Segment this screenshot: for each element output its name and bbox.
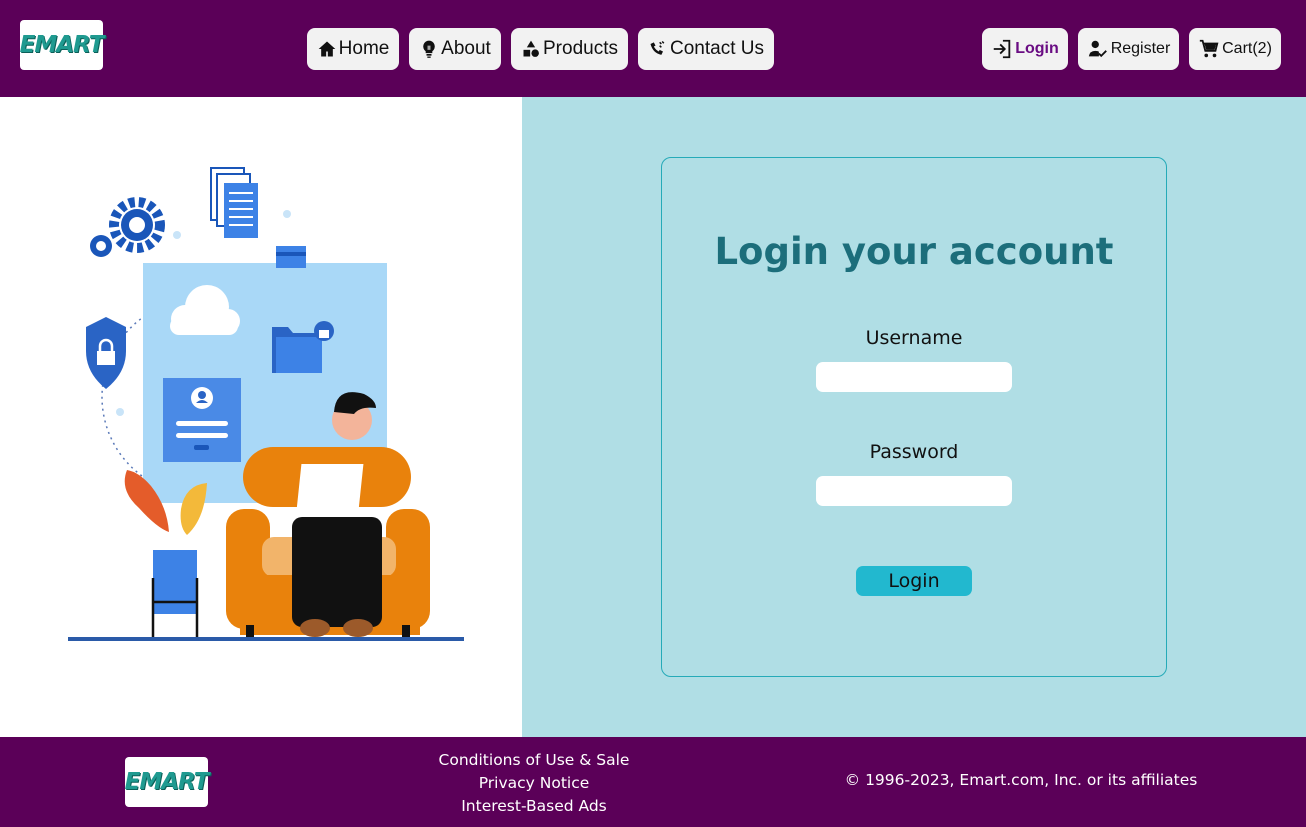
footer-link-conditions[interactable]: Conditions of Use & Sale (439, 749, 630, 772)
nav-cart-label: Cart(2) (1222, 40, 1272, 57)
nav-register[interactable]: Register (1078, 28, 1179, 70)
document-icon (210, 167, 258, 238)
username-input[interactable] (816, 362, 1012, 392)
nav-contact-label: Contact Us (670, 38, 764, 59)
home-icon (318, 41, 335, 57)
footer-link-ads[interactable]: Interest-Based Ads (461, 795, 607, 818)
nav-cart[interactable]: Cart(2) (1189, 28, 1281, 70)
login-title: Login your account (714, 230, 1114, 273)
gear-icon (90, 197, 165, 257)
login-pane: Login your account Username Password Log… (522, 97, 1306, 737)
cart-icon (1199, 39, 1219, 58)
login-icon (993, 39, 1011, 59)
copyright-text: © 1996-2023, Emart.com, Inc. or its affi… (844, 771, 1198, 789)
login-panel-graphic (163, 378, 241, 462)
nav-home-label: Home (338, 38, 390, 59)
nav-login[interactable]: Login (982, 28, 1068, 70)
login-illustration (68, 167, 464, 641)
password-label: Password (869, 441, 959, 463)
illustration-pane (0, 97, 522, 737)
shapes-icon (523, 40, 539, 57)
footer-link-privacy[interactable]: Privacy Notice (479, 772, 590, 795)
contact-icon (650, 40, 665, 55)
nav-products[interactable]: Products (511, 28, 628, 70)
nav-about[interactable]: About (409, 28, 501, 70)
login-card: Login your account Username Password Log… (661, 157, 1167, 677)
site-footer: EMART Conditions of Use & Sale Privacy N… (0, 737, 1306, 827)
brand-logo-text: EMART (19, 32, 105, 58)
footer-logo-text: EMART (124, 769, 210, 795)
register-icon (1088, 40, 1107, 58)
username-label: Username (865, 327, 963, 349)
footer-logo[interactable]: EMART (124, 757, 210, 807)
card-icon (276, 246, 306, 268)
password-input[interactable] (816, 476, 1012, 506)
login-submit-button[interactable]: Login (856, 566, 972, 596)
nav-contact[interactable]: Contact Us (638, 28, 774, 70)
footer-links: Conditions of Use & Sale Privacy Notice … (400, 749, 668, 818)
nav-home[interactable]: Home (307, 28, 399, 70)
nav-about-label: About (441, 38, 491, 59)
shield-icon (86, 317, 126, 389)
top-header: EMART Home About Products Contact Us Log… (0, 0, 1306, 97)
nav-products-label: Products (543, 38, 618, 59)
nav-register-label: Register (1110, 40, 1171, 57)
lightbulb-icon (423, 40, 435, 58)
nav-login-label: Login (1015, 40, 1059, 57)
brand-logo[interactable]: EMART (19, 20, 105, 70)
